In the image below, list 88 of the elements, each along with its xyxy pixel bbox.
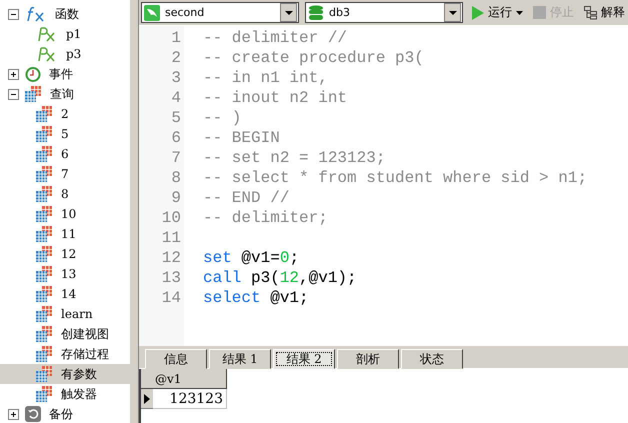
code-line: select @v1; (203, 288, 309, 308)
code-line: -- create procedure p3( (203, 48, 424, 68)
tree-item[interactable]: 13 (0, 264, 130, 284)
code-line: -- inout n2 int (203, 88, 348, 108)
explain-button[interactable]: 解释 (582, 4, 627, 21)
table-grid-icon (36, 226, 53, 242)
tree-item[interactable]: 事件 (0, 64, 130, 84)
line-number: 7 (170, 148, 182, 168)
table-grid-icon (36, 106, 53, 122)
line-number: 8 (170, 168, 182, 188)
result-tab[interactable]: 剖析 (337, 349, 399, 369)
code-line: -- set n2 = 123123; (203, 148, 386, 168)
tree-item[interactable]: 10 (0, 204, 130, 224)
column-header[interactable]: @v1 (153, 369, 227, 389)
database-icon (308, 4, 324, 20)
line-number: 1 (170, 28, 182, 48)
result-tab[interactable]: 状态 (401, 349, 463, 369)
diagram-icon (584, 6, 597, 20)
line-number: 14 (160, 288, 182, 308)
run-button[interactable]: 运行 (469, 4, 525, 21)
expand-icon[interactable] (8, 408, 19, 420)
table-grid-icon (36, 326, 53, 342)
line-number: 2 (170, 48, 182, 68)
code-line: -- BEGIN (203, 128, 280, 148)
tree-item[interactable]: 备份 (0, 404, 130, 423)
connection-value: second (165, 6, 206, 19)
database-dropdown[interactable]: db3 (305, 2, 463, 23)
table-grid-icon (36, 146, 53, 162)
tree-item[interactable]: 有参数 (0, 364, 130, 384)
stop-icon (533, 6, 546, 19)
tree-item[interactable]: 触发器 (0, 384, 130, 404)
tree-item[interactable]: p1 (0, 24, 130, 44)
result-tab[interactable]: 信息 (145, 349, 207, 369)
tree-item[interactable]: 6 (0, 144, 130, 164)
collapse-icon[interactable] (8, 88, 19, 100)
caret-icon (516, 10, 523, 14)
tree-item[interactable]: 2 (0, 104, 130, 124)
tree-item[interactable]: p3 (0, 44, 130, 64)
expand-icon[interactable] (8, 68, 19, 80)
tree-item[interactable]: 5 (0, 124, 130, 144)
tree-item[interactable]: 11 (0, 224, 130, 244)
table-grid-icon (36, 346, 53, 362)
code-line: -- ) (203, 108, 242, 128)
tree-item[interactable]: 12 (0, 244, 130, 264)
table-cell: 123123 (153, 389, 227, 409)
table-grid-icon (36, 266, 53, 282)
tree-item[interactable]: 8 (0, 184, 130, 204)
table-grid-icon (36, 126, 53, 142)
code-line: -- END // (203, 188, 290, 208)
tree-item[interactable]: 存储过程 (0, 344, 130, 364)
result-tab[interactable]: 结果 1 (209, 349, 271, 369)
tree-item[interactable]: 7 (0, 164, 130, 184)
table-grid-icon (36, 206, 53, 222)
line-number: 5 (170, 108, 182, 128)
code-line: -- select * from student where sid > n1; (203, 168, 588, 188)
tree-item[interactable]: 创建视图 (0, 324, 130, 344)
table-grid-icon (36, 166, 53, 182)
line-number: 3 (170, 68, 182, 88)
line-number: 6 (170, 128, 182, 148)
line-number: 10 (160, 208, 182, 228)
table-grid-icon (36, 386, 53, 402)
table-grid-icon (36, 186, 53, 202)
tree-item[interactable]: learn (0, 304, 130, 324)
table-grid-icon (25, 86, 42, 102)
code-line: -- delimiter; (203, 208, 328, 228)
table-grid-icon (36, 286, 53, 302)
tree-item[interactable]: 14 (0, 284, 130, 304)
row-header[interactable] (141, 389, 153, 409)
tree-item[interactable]: 查询 (0, 84, 130, 104)
line-number: 11 (160, 228, 182, 248)
collapse-icon[interactable] (8, 8, 19, 20)
table-grid-icon (36, 306, 53, 322)
line-number: 4 (170, 88, 182, 108)
table-grid-icon (36, 366, 53, 382)
line-number: 12 (160, 248, 182, 268)
result-tab[interactable]: 结果 2 (273, 349, 335, 369)
code-line: set @v1=0; (203, 248, 300, 268)
table-grid-icon (36, 246, 53, 262)
clock-icon (25, 66, 41, 82)
tree-item[interactable]: 函数 (0, 4, 130, 24)
connection-dropdown[interactable]: second (141, 2, 299, 23)
code-line: -- delimiter // (203, 28, 348, 48)
line-number: 13 (160, 268, 182, 288)
code-line: call p3(12,@v1); (203, 268, 357, 288)
line-number: 9 (170, 188, 182, 208)
code-line: -- in n1 int, (203, 68, 328, 88)
database-value: db3 (329, 6, 351, 19)
play-icon (471, 6, 484, 20)
